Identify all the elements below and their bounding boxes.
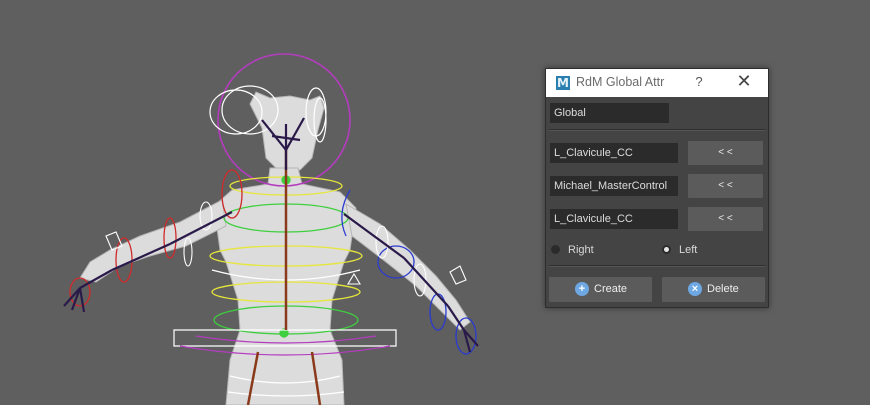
separator xyxy=(549,129,765,131)
delete-button-label: Delete xyxy=(707,283,739,295)
rdm-global-attr-dialog: M RdM Global Attr ? ✕ Global L_Clavicule… xyxy=(545,68,769,308)
dialog-title-bar[interactable]: M RdM Global Attr ? ✕ xyxy=(546,69,768,97)
load-selection-button-1[interactable]: < < xyxy=(688,141,763,165)
plus-icon: + xyxy=(575,282,589,296)
create-button[interactable]: + Create xyxy=(549,277,652,302)
radio-left-label: Left xyxy=(679,244,698,256)
help-button[interactable]: ? xyxy=(692,74,706,89)
load-selection-button-2[interactable]: < < xyxy=(688,174,763,198)
dialog-title: RdM Global Attr xyxy=(576,75,665,89)
separator xyxy=(549,265,765,267)
radio-left[interactable]: Left xyxy=(662,243,722,257)
load-selection-button-3[interactable]: < < xyxy=(688,207,763,231)
target-field-2[interactable]: Michael_MasterControl xyxy=(550,176,678,196)
create-button-label: Create xyxy=(594,283,628,295)
character-mesh xyxy=(79,91,471,405)
target-field-1[interactable]: L_Clavicule_CC xyxy=(550,143,678,163)
radio-left-indicator xyxy=(662,245,671,254)
global-attr-field[interactable]: Global xyxy=(550,103,669,123)
maya-logo-icon: M xyxy=(556,76,570,90)
radio-right-indicator xyxy=(551,245,560,254)
radio-right[interactable]: Right xyxy=(551,243,611,257)
radio-right-label: Right xyxy=(568,244,594,256)
delete-button[interactable]: × Delete xyxy=(662,277,765,302)
x-icon: × xyxy=(688,282,702,296)
target-field-3[interactable]: L_Clavicule_CC xyxy=(550,209,678,229)
close-button[interactable]: ✕ xyxy=(734,71,754,92)
